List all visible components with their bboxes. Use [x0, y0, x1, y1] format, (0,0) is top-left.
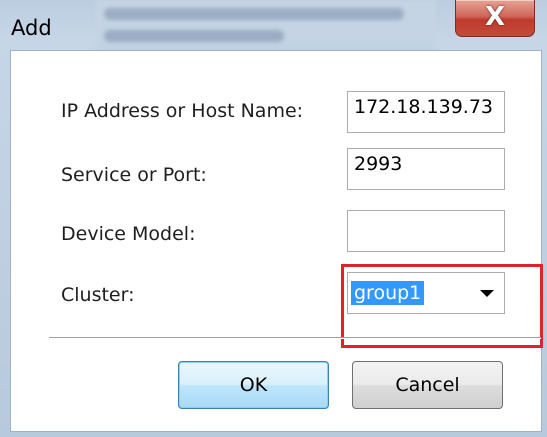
dialog-window: Add X IP Address or Host Name: 172.18.13…: [0, 0, 547, 437]
close-button[interactable]: X: [455, 0, 535, 37]
device-model-label: Device Model:: [61, 223, 196, 245]
close-icon: X: [484, 2, 506, 32]
device-model-input[interactable]: [347, 210, 505, 252]
divider: [49, 337, 541, 339]
ip-address-input[interactable]: 172.18.139.73: [347, 91, 505, 133]
dialog-body: IP Address or Host Name: 172.18.139.73 S…: [10, 50, 543, 432]
ok-button[interactable]: OK: [178, 361, 329, 409]
background-blur-line: [104, 30, 284, 42]
ip-address-label: IP Address or Host Name:: [61, 100, 304, 122]
cluster-label: Cluster:: [61, 284, 135, 306]
annotation-highlight-box: [341, 264, 543, 348]
service-port-label: Service or Port:: [61, 164, 207, 186]
dialog-title: Add: [11, 16, 52, 40]
cancel-button[interactable]: Cancel: [352, 361, 503, 409]
background-blur-line: [104, 8, 404, 20]
service-port-input[interactable]: 2993: [347, 148, 505, 190]
